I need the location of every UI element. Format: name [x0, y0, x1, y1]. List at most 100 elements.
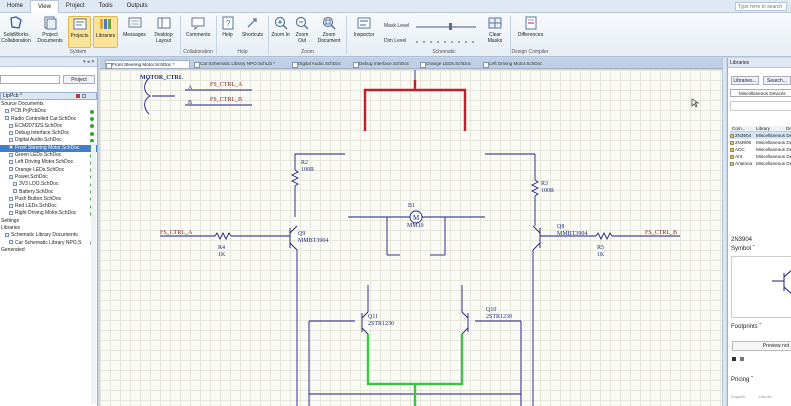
tree-item[interactable]: Libraries — [0, 225, 97, 232]
designator-r2[interactable]: R2 — [301, 160, 308, 166]
tree-item[interactable]: Schematic Library Documents — [0, 232, 97, 239]
component-row[interactable]: ADC Miscellaneous Devices — [730, 146, 791, 153]
footprint-view-2d-icon[interactable] — [732, 357, 736, 361]
designator-r4[interactable]: R4 — [218, 245, 225, 251]
component-row[interactable]: 2N3906 Miscellaneous Devices — [730, 139, 791, 146]
tree-item[interactable]: Digital Audio.SchDoc — [0, 137, 97, 144]
zoom-document-button[interactable]: Zoom Document — [314, 16, 344, 48]
zoom-out-button[interactable]: Zoom Out — [292, 16, 312, 48]
projects-button[interactable]: Projects — [68, 16, 91, 48]
tree-item[interactable]: Generated — [0, 247, 97, 254]
document-icon — [5, 116, 9, 121]
libraries-panel: Libraries Libraries... Search... Miscell… — [727, 58, 791, 406]
tree-item[interactable]: Front Steering Motor.SchDoc — [0, 144, 97, 153]
tab-car-schematic-library[interactable]: Car Schematic Library NPO.SchLib * — [194, 60, 288, 68]
net-label-fs-ctrl-b[interactable]: FS_CTRL_B — [645, 230, 677, 236]
designator-q11[interactable]: Q11 — [368, 314, 378, 320]
footprints-section-header[interactable]: Footprints ˆ — [731, 324, 761, 330]
library-selector-dropdown[interactable]: Miscellaneous Devices — [730, 89, 791, 97]
clear-masks-button[interactable]: Clear Masks — [484, 16, 506, 48]
tree-item[interactable]: 3V3 LDO.SchDoc — [0, 181, 97, 188]
component-row[interactable]: 2N3904 Miscellaneous Devices — [730, 132, 791, 139]
net-label-fs-ctrl-a-top[interactable]: FS_CTRL_A — [210, 82, 242, 88]
designator-r3[interactable]: R3 — [541, 181, 548, 187]
designator-b1[interactable]: B1 — [408, 203, 415, 209]
project-documents-button[interactable]: Project Documents — [34, 16, 66, 48]
project-header-bar[interactable]: LtpPcb * — [0, 92, 97, 100]
tree-item-label: Radio Controlled Car.SchDoc — [11, 115, 77, 122]
differences-button[interactable]: Differences — [514, 16, 547, 48]
comments-button[interactable]: Comments — [184, 16, 212, 48]
tree-item[interactable]: Debug Interface.SchDoc — [0, 130, 97, 137]
tree-item[interactable]: Push Button.SchDoc — [0, 196, 97, 203]
messages-button[interactable]: Messages — [121, 16, 148, 48]
designator-r5[interactable]: R5 — [597, 245, 604, 251]
designator-q10[interactable]: Q10 — [486, 307, 496, 313]
schematic-canvas[interactable]: M MOTOR_CTRL A B FS_CTRL_A FS_CTRL_B R2 … — [100, 70, 722, 406]
mask-level-knob[interactable] — [449, 23, 452, 30]
desktop-layout-button[interactable]: Desktop Layout — [150, 16, 177, 48]
tree-item[interactable]: Green LEDs.SchDoc — [0, 152, 97, 159]
tab-digital-audio[interactable]: Digital Audio.SchDoc — [292, 60, 350, 68]
projects-search-input[interactable] — [0, 75, 60, 84]
help-button[interactable]: ? Help — [219, 16, 236, 48]
tree-item[interactable]: Source Documents — [0, 101, 97, 108]
tree-item[interactable]: Left Driving Motor.SchDoc — [0, 159, 97, 166]
component-row[interactable]: Antenna Miscellaneous Devices — [730, 160, 791, 167]
tree-item[interactable]: Power.SchDoc — [0, 174, 97, 181]
group-schematic: Schematic — [432, 49, 456, 55]
menu-project[interactable]: Project — [59, 0, 92, 13]
tree-item[interactable]: ECM20732S.SchDoc — [0, 123, 97, 130]
tab-orange-leds[interactable]: Orange LEDs.SchDoc — [420, 60, 480, 68]
tree-item[interactable]: Car Schematic Library NPO.S — [0, 240, 97, 247]
mask-level-slider[interactable] — [416, 26, 476, 28]
tree-item[interactable]: Radio Controlled Car.SchDoc — [0, 116, 97, 123]
status-dot-icon — [90, 109, 94, 114]
pricing-section-header[interactable]: Pricing ˆ — [731, 377, 753, 383]
tree-item-label: Left Driving Motor.SchDoc — [15, 159, 74, 166]
transistor-q9-emitter — [289, 242, 298, 251]
net-label-fs-ctrl-a[interactable]: FS_CTRL_A — [160, 230, 192, 236]
symbol-section-header[interactable]: Symbol ˆ — [731, 246, 755, 252]
library-filter-input[interactable] — [730, 101, 791, 111]
net-label-fs-ctrl-b-top[interactable]: FS_CTRL_B — [210, 97, 242, 103]
tree-item[interactable]: Orange LEDs.SchDoc — [0, 167, 97, 174]
tab-front-steering-motor[interactable]: Front Steering Motor.SchDoc * — [105, 60, 190, 69]
designator-q8[interactable]: Q8 — [557, 224, 564, 230]
menu-home[interactable]: Home — [0, 0, 30, 13]
tree-item[interactable]: Battery.SchDoc — [0, 189, 97, 196]
shortcuts-button[interactable]: Shortcuts — [239, 16, 266, 48]
transistor-q10-collector — [461, 311, 469, 319]
tree-item-label: Debug Interface.SchDoc — [15, 130, 70, 137]
zoom-in-button[interactable]: Zoom In — [271, 16, 290, 48]
tree-item[interactable]: PCB.PrjPcbDoc — [0, 108, 97, 115]
library-search-button[interactable]: Search... — [763, 76, 791, 85]
tree-item[interactable]: Red LEDs.SchDoc — [0, 203, 97, 210]
libraries-dialog-button[interactable]: Libraries... — [731, 76, 759, 85]
inspector-button[interactable]: Inspector — [350, 16, 378, 48]
preview-not-available-button[interactable]: Preview not — [732, 341, 791, 351]
tab-left-driving-motor[interactable]: Left Driving Motor.SchDoc — [483, 60, 557, 68]
solidworks-collaboration-button[interactable]: SolidWorks Collaboration — [1, 16, 31, 48]
libraries-button[interactable]: Libraries — [93, 16, 118, 48]
document-icon — [9, 167, 13, 172]
menu-outputs[interactable]: Outputs — [120, 0, 155, 13]
menu-view[interactable]: View — [30, 0, 59, 13]
symbol-preview — [731, 256, 791, 318]
tree-item[interactable]: Right Driving Motor.SchDoc — [0, 210, 97, 217]
dim-level-slider[interactable] — [416, 41, 476, 43]
component-row[interactable]: Ant Miscellaneous Devices — [730, 153, 791, 160]
footprint-view-3d-icon[interactable] — [740, 357, 744, 361]
designator-q9[interactable]: Q9 — [298, 231, 305, 237]
canvas-scrollbar[interactable] — [722, 58, 726, 406]
tree-item[interactable]: Settings — [0, 218, 97, 225]
project-button[interactable]: Project — [63, 75, 95, 84]
menu-tools[interactable]: Tools — [92, 0, 120, 13]
help-search-input[interactable]: Type here to search — [735, 2, 787, 11]
panel-pin-close-icons[interactable]: ▾ ◂ ✕ — [83, 59, 95, 65]
tree-item-label: Libraries — [1, 225, 21, 232]
sheet-pin-a: A — [188, 85, 193, 91]
document-icon — [9, 145, 13, 150]
tab-debug-interface[interactable]: Debug Interface.SchDoc — [353, 60, 417, 68]
projects-scrollbar[interactable] — [91, 142, 96, 404]
